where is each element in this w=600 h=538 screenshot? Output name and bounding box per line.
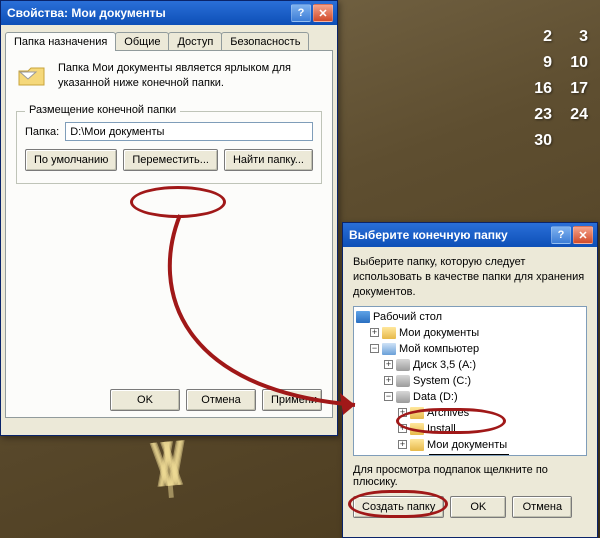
expand-icon[interactable]: + (384, 376, 393, 385)
drive-icon (396, 391, 410, 403)
browse-folder-dialog: Выберите конечную папку ? ✕ Выберите пап… (342, 222, 598, 538)
tree-node-desktop[interactable]: Рабочий стол (356, 309, 584, 325)
cancel-button[interactable]: Отмена (512, 496, 572, 518)
ok-button[interactable]: OK (450, 496, 506, 518)
dialog-title: Свойства: Мои документы (7, 6, 289, 20)
folder-label: Папка: (25, 126, 59, 138)
tree-node-install[interactable]: +Install (356, 421, 584, 437)
find-folder-button[interactable]: Найти папку... (224, 149, 313, 171)
folder-shortcut-icon (16, 61, 48, 93)
apply-button[interactable]: Примени (262, 389, 322, 411)
folder-tree[interactable]: Рабочий стол +Мои документы −Мой компьют… (353, 306, 587, 456)
close-button[interactable]: ✕ (313, 4, 333, 22)
folder-icon (410, 423, 424, 435)
tab-general[interactable]: Общие (115, 32, 169, 51)
tree-node-mycomputer[interactable]: −Мой компьютер (356, 341, 584, 357)
folder-path-input[interactable] (65, 122, 313, 141)
expand-icon[interactable]: + (398, 424, 407, 433)
dialog-title: Выберите конечную папку (349, 228, 549, 242)
help-button[interactable]: ? (291, 4, 311, 22)
floppy-icon (396, 359, 410, 371)
computer-icon (382, 343, 396, 355)
folder-icon (410, 439, 424, 451)
tabs: Папка назначения Общие Доступ Безопаснос… (5, 32, 333, 51)
collapse-icon[interactable]: − (370, 344, 379, 353)
tree-node-data-d[interactable]: −Data (D:) (356, 389, 584, 405)
new-folder-name-input[interactable] (429, 454, 509, 456)
tree-node-new-folder[interactable] (356, 453, 584, 456)
hint-text: Для просмотра подпапок щелкните по плюси… (353, 464, 587, 488)
move-button[interactable]: Переместить... (123, 149, 218, 171)
desktop-icon (356, 311, 370, 323)
collapse-icon[interactable]: − (384, 392, 393, 401)
instruction-text: Выберите папку, которую следует использо… (353, 255, 587, 300)
tab-target-folder[interactable]: Папка назначения (5, 32, 116, 51)
tab-pane: Папка Мои документы является ярлыком для… (5, 50, 333, 418)
group-label: Размещение конечной папки (25, 104, 180, 116)
folder-icon (382, 327, 396, 339)
titlebar[interactable]: Выберите конечную папку ? ✕ (343, 223, 597, 247)
tab-security[interactable]: Безопасность (221, 32, 309, 51)
calendar-fragment: 23 910 1617 2324 30 (530, 28, 588, 158)
drive-icon (396, 375, 410, 387)
target-folder-group: Размещение конечной папки Папка: По умол… (16, 111, 322, 184)
cancel-button[interactable]: Отмена (186, 389, 256, 411)
folder-open-icon (412, 455, 426, 456)
expand-icon[interactable]: + (398, 440, 407, 449)
expand-icon[interactable]: + (370, 328, 379, 337)
tree-node-system-c[interactable]: +System (C:) (356, 373, 584, 389)
tree-node-mydocs2[interactable]: +Мои документы (356, 437, 584, 453)
ok-button[interactable]: OK (110, 389, 180, 411)
folder-icon (410, 407, 424, 419)
properties-dialog: Свойства: Мои документы ? ✕ Папка назнач… (0, 0, 338, 436)
desktop-grass-decoration: ////\\\|///\\\ (167, 430, 173, 499)
default-button[interactable]: По умолчанию (25, 149, 117, 171)
tree-node-archives[interactable]: +Archives (356, 405, 584, 421)
close-button[interactable]: ✕ (573, 226, 593, 244)
tab-sharing[interactable]: Доступ (168, 32, 222, 51)
titlebar[interactable]: Свойства: Мои документы ? ✕ (1, 1, 337, 25)
description-text: Папка Мои документы является ярлыком для… (58, 61, 322, 93)
expand-icon[interactable]: + (384, 360, 393, 369)
create-folder-button[interactable]: Создать папку (353, 496, 444, 518)
tree-node-mydocs[interactable]: +Мои документы (356, 325, 584, 341)
expand-icon[interactable]: + (398, 408, 407, 417)
help-button[interactable]: ? (551, 226, 571, 244)
tree-node-floppy[interactable]: +Диск 3,5 (A:) (356, 357, 584, 373)
